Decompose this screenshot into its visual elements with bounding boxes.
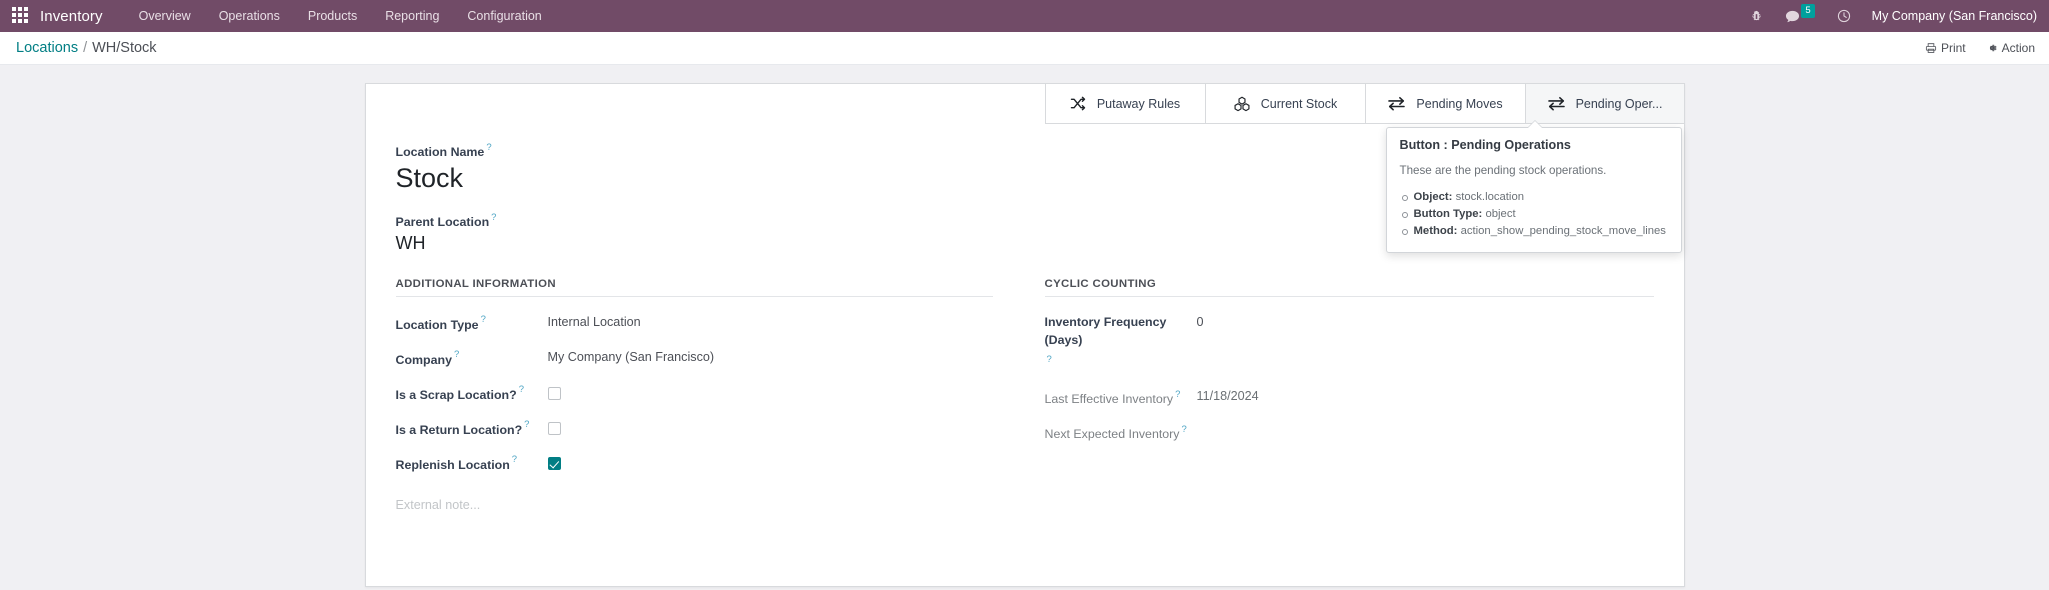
field-value-inventory-frequency[interactable]: 0 <box>1197 312 1654 332</box>
tooltip-item-value: action_show_pending_stock_move_lines <box>1460 224 1666 237</box>
nav-item-products[interactable]: Products <box>294 0 371 32</box>
app-brand-inventory[interactable]: Inventory <box>40 8 103 25</box>
field-value-is-return-location <box>547 417 993 437</box>
help-tooltip-icon[interactable]: ? <box>512 454 517 465</box>
help-tooltip-icon[interactable]: ? <box>1175 389 1180 400</box>
tooltip-list-item: Button Type: object <box>1400 206 1668 223</box>
tooltip-item-value: object <box>1485 207 1516 220</box>
control-panel: Locations / WH/Stock Print Action <box>0 32 2049 65</box>
printer-icon <box>1925 42 1937 54</box>
stat-button-pending-operations[interactable]: Pending Oper... <box>1524 83 1685 124</box>
breadcrumb: Locations / WH/Stock <box>16 40 157 56</box>
field-row-is-return-location: Is a Return Location?? <box>396 412 993 447</box>
top-navbar: Inventory Overview Operations Products R… <box>0 0 2049 32</box>
field-value-replenish-location <box>547 452 993 472</box>
checkbox-replenish-location[interactable] <box>547 456 561 470</box>
checkbox-is-scrap-location[interactable] <box>547 386 561 400</box>
tooltip-item-key: Object: <box>1413 190 1453 203</box>
field-value-next-expected-inventory[interactable] <box>1197 421 1654 438</box>
clock-icon[interactable] <box>1837 9 1851 23</box>
exchange-icon <box>1547 96 1566 111</box>
field-label: Location Type? <box>395 314 486 332</box>
stat-button-current-stock[interactable]: Current Stock <box>1204 83 1365 124</box>
nav-item-reporting[interactable]: Reporting <box>371 0 453 32</box>
exchange-icon <box>1387 96 1406 111</box>
print-button[interactable]: Print <box>1925 41 1966 55</box>
breadcrumb-separator: / <box>83 40 88 56</box>
field-label: Last Effective Inventory? <box>1044 389 1181 407</box>
tooltip-item-key: Button Type: <box>1413 207 1483 220</box>
help-tooltip-icon[interactable]: ? <box>454 349 459 360</box>
field-label: Is a Scrap Location?? <box>395 384 524 402</box>
apps-grid-icon[interactable] <box>12 7 30 25</box>
action-button-label: Action <box>2001 41 2035 55</box>
tooltip-list-item: Object: stock.location <box>1400 189 1668 206</box>
field-row-is-scrap-location: Is a Scrap Location?? <box>396 377 993 412</box>
checkbox-is-return-location[interactable] <box>547 421 561 435</box>
field-label: Company? <box>395 349 460 367</box>
external-note-input[interactable]: External note... <box>396 498 993 568</box>
stat-button-label: Current Stock <box>1260 96 1338 111</box>
breadcrumb-current-record: WH/Stock <box>92 40 157 56</box>
group-title: CYCLIC COUNTING <box>1044 278 1654 297</box>
field-row-replenish-location: Replenish Location? <box>396 447 993 482</box>
cubes-icon <box>1233 96 1251 112</box>
tooltip-description: These are the pending stock operations. <box>1399 164 1607 177</box>
tooltip-item-key: Method: <box>1413 224 1458 237</box>
form-columns: ADDITIONAL INFORMATION Location Type? In… <box>395 278 1654 568</box>
field-label: Is a Return Location?? <box>395 419 530 437</box>
field-label: Next Expected Inventory? <box>1044 424 1187 442</box>
field-row-last-effective-inventory: Last Effective Inventory? 11/18/2024 <box>1045 381 1654 416</box>
help-tooltip-icon[interactable]: ? <box>486 142 491 153</box>
messaging-badge: 5 <box>1801 3 1815 19</box>
nav-item-configuration[interactable]: Configuration <box>453 0 555 32</box>
help-tooltip-icon[interactable]: ? <box>524 419 529 430</box>
field-value-is-scrap-location <box>547 382 993 402</box>
stat-button-label: Pending Oper... <box>1575 96 1663 111</box>
form-sheet: Putaway Rules Current Stock Pending Move… <box>364 83 1685 587</box>
help-tooltip-icon[interactable]: ? <box>1182 424 1187 435</box>
shuffle-icon <box>1070 96 1087 111</box>
group-cyclic-counting: CYCLIC COUNTING Inventory Frequency (Day… <box>1025 278 1654 568</box>
field-value-location-type[interactable]: Internal Location <box>548 312 993 332</box>
stat-button-pending-moves[interactable]: Pending Moves <box>1364 83 1525 124</box>
gear-icon <box>1986 42 1998 54</box>
form-view-container: Putaway Rules Current Stock Pending Move… <box>0 65 2049 590</box>
field-value-company[interactable]: My Company (San Francisco) <box>548 347 993 367</box>
field-value-last-effective-inventory[interactable]: 11/18/2024 <box>1197 386 1654 406</box>
stat-button-label: Putaway Rules <box>1096 96 1181 111</box>
field-row-company: Company? My Company (San Francisco) <box>396 342 993 377</box>
tooltip-detail-list: Object: stock.location Button Type: obje… <box>1400 189 1668 240</box>
chat-bubble-icon[interactable]: 5 <box>1785 3 1815 24</box>
field-row-location-type: Location Type? Internal Location <box>396 307 993 342</box>
field-label: Replenish Location? <box>395 454 518 472</box>
help-tooltip-icon[interactable]: ? <box>491 212 496 223</box>
nav-item-operations[interactable]: Operations <box>205 0 294 32</box>
tooltip-list-item: Method: action_show_pending_stock_move_l… <box>1400 223 1668 240</box>
print-button-label: Print <box>1940 41 1966 55</box>
field-row-inventory-frequency: Inventory Frequency (Days)? 0 <box>1045 307 1654 382</box>
action-button[interactable]: Action <box>1986 41 2035 55</box>
group-title: ADDITIONAL INFORMATION <box>395 278 993 297</box>
bug-icon[interactable] <box>1750 10 1763 23</box>
button-tooltip: Button : Pending Operations These are th… <box>1385 119 1682 254</box>
stat-button-label: Pending Moves <box>1416 96 1503 111</box>
help-tooltip-icon[interactable]: ? <box>519 384 524 395</box>
help-tooltip-icon[interactable]: ? <box>481 314 486 325</box>
nav-item-overview[interactable]: Overview <box>125 0 205 32</box>
field-row-next-expected-inventory: Next Expected Inventory? <box>1045 416 1654 451</box>
help-tooltip-icon[interactable]: ? <box>1047 354 1052 365</box>
group-additional-information: ADDITIONAL INFORMATION Location Type? In… <box>395 278 1025 568</box>
tooltip-item-value: stock.location <box>1455 190 1525 203</box>
company-switcher[interactable]: My Company (San Francisco) <box>1872 9 2037 23</box>
breadcrumb-item-locations[interactable]: Locations <box>16 40 78 56</box>
tooltip-title: Button : Pending Operations <box>1399 138 1571 152</box>
field-label: Inventory Frequency (Days)? <box>1044 314 1167 366</box>
stat-button-putaway-rules[interactable]: Putaway Rules <box>1044 83 1205 124</box>
stat-button-box: Putaway Rules Current Stock Pending Move… <box>1044 83 1685 124</box>
